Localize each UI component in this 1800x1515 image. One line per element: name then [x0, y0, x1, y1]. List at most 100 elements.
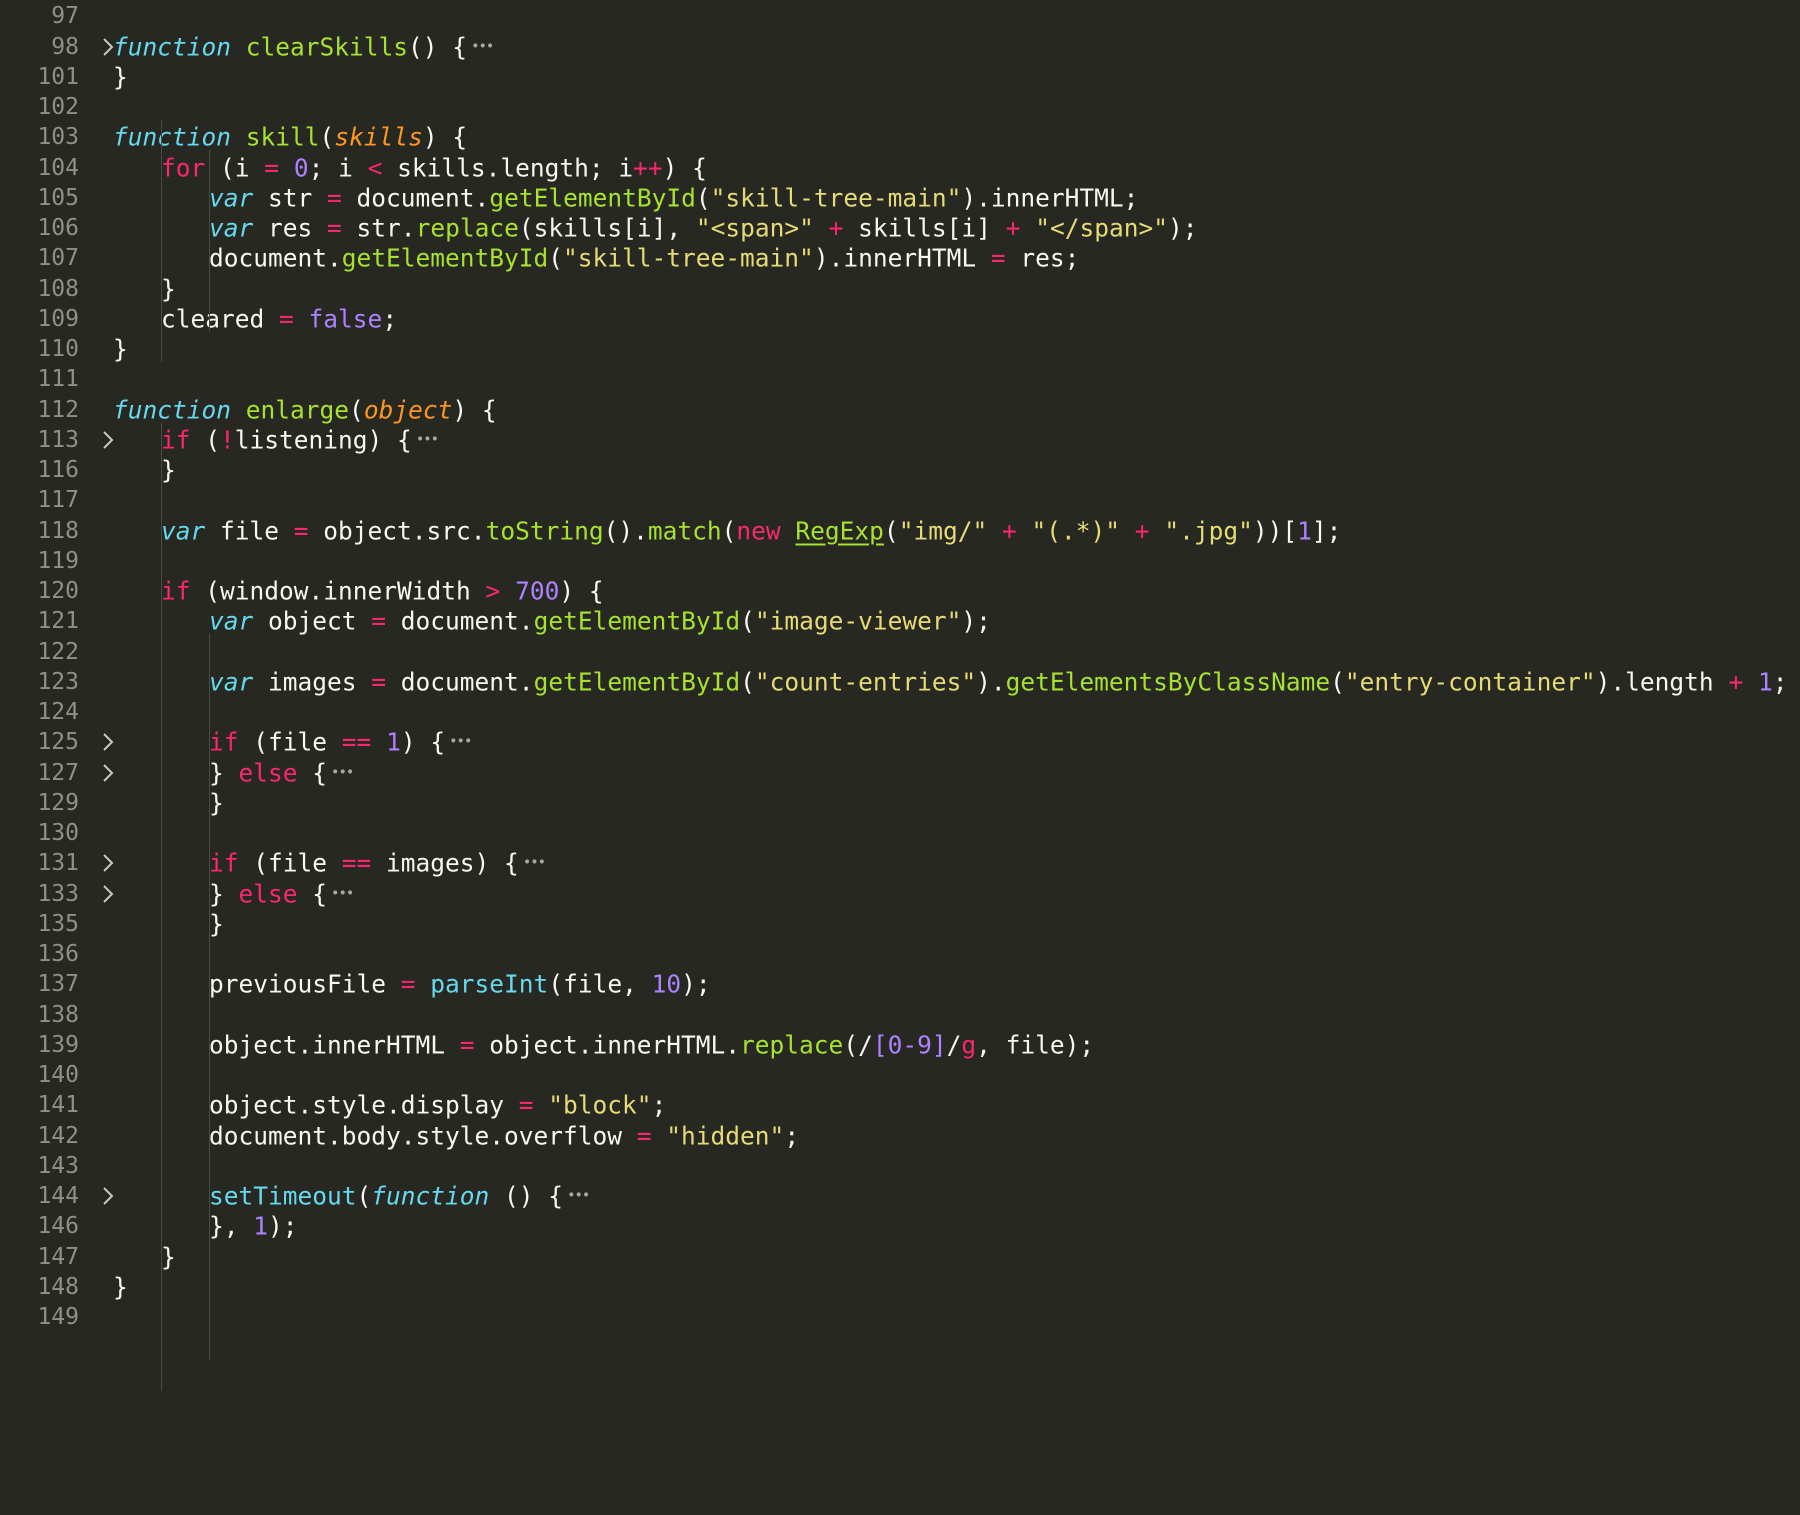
chevron-right-icon[interactable] [99, 762, 117, 784]
token-builtin-function: parseInt [430, 969, 549, 999]
line-number: 117 [37, 487, 79, 514]
token-text: ); [1167, 213, 1198, 243]
token-string: ".jpg" [1164, 516, 1253, 546]
code-editor[interactable]: 97 98 function clearSkills() {••• 101} 102 10… [0, 0, 1800, 1515]
token-keyword: if [161, 576, 191, 606]
folded-code-ellipsis-icon[interactable]: ••• [331, 764, 354, 780]
token-text: } [113, 334, 128, 364]
line-number: 130 [37, 820, 79, 847]
code-text: } [161, 274, 176, 303]
code-text: if (!listening) {••• [161, 425, 439, 455]
line-number: 98 [51, 33, 79, 60]
token-text: () { [408, 32, 468, 62]
folded-code-ellipsis-icon[interactable]: ••• [331, 885, 354, 901]
token-text: ); [268, 1211, 298, 1241]
token-text: ( [319, 122, 335, 152]
token-string: "skill-tree-main" [710, 183, 962, 213]
line-number: 119 [37, 547, 79, 574]
token-parameter: skills [334, 122, 423, 152]
code-text: object.innerHTML = object.innerHTML.repl… [209, 1030, 1094, 1059]
chevron-right-icon[interactable] [99, 429, 117, 451]
token-operator: = [518, 1090, 534, 1120]
token-builtin-function: setTimeout [209, 1181, 357, 1211]
token-string: "count-entries" [754, 667, 977, 697]
code-text: function skill(skills) { [113, 123, 467, 152]
token-text: ); [961, 606, 991, 636]
folded-code-ellipsis-icon[interactable]: ••• [567, 1188, 590, 1204]
token-operator: + [1005, 213, 1021, 243]
line-number: 149 [37, 1304, 79, 1331]
code-text: if (file == images) {••• [209, 848, 546, 878]
chevron-right-icon[interactable] [99, 883, 117, 905]
line-number: 116 [37, 457, 79, 484]
folded-code-ellipsis-icon[interactable]: ••• [523, 855, 546, 871]
token-text: res [253, 213, 328, 243]
line-number: 129 [37, 789, 79, 816]
token-text: ( [695, 183, 711, 213]
token-text: document. [209, 243, 342, 273]
token-keyword: else [238, 879, 298, 909]
line-number: 111 [37, 366, 79, 393]
folded-code-ellipsis-icon[interactable]: ••• [416, 431, 439, 447]
token-function-name: getElementById [533, 606, 741, 636]
line-number: 127 [37, 759, 79, 786]
code-text: for (i = 0; i < skills.length; i++) { [161, 153, 707, 182]
token-text: ))[ [1252, 516, 1298, 546]
token-text: ; [784, 1121, 800, 1151]
folded-code-ellipsis-icon[interactable]: ••• [471, 38, 494, 54]
code-text: } [113, 62, 128, 91]
code-text: var object = document.getElementById("im… [209, 607, 991, 636]
line-number: 106 [37, 215, 79, 242]
token-text: skills[i] [843, 213, 1006, 243]
token-text: document. [386, 667, 534, 697]
token-keyword: g [961, 1030, 977, 1060]
token-storage-keyword: function [113, 395, 232, 425]
token-string: "(.*)" [1031, 516, 1121, 546]
line-number: 148 [37, 1273, 79, 1300]
token-storage-keyword: var [209, 183, 254, 213]
chevron-right-icon[interactable] [99, 852, 117, 874]
token-text: ) { [400, 727, 446, 757]
token-keyword: for [161, 153, 206, 183]
code-text: } [161, 1242, 176, 1271]
code-text: previousFile = parseInt(file, 10); [209, 970, 711, 999]
token-parameter: object [363, 395, 453, 425]
token-text: ).length [1595, 667, 1729, 697]
line-number: 103 [37, 124, 79, 151]
line-number: 143 [37, 1152, 79, 1179]
line-number: 102 [37, 94, 79, 121]
token-text: ]; [1311, 516, 1342, 546]
line-number: 121 [37, 608, 79, 635]
line-number: 125 [37, 729, 79, 756]
token-text: document. [386, 606, 534, 636]
folded-code-ellipsis-icon[interactable]: ••• [449, 734, 472, 750]
token-text: } [209, 758, 239, 788]
code-line[interactable]: 149 [0, 1300, 1800, 1335]
chevron-right-icon[interactable] [99, 1185, 117, 1207]
token-text: }, [209, 1211, 254, 1241]
token-operator: = [371, 606, 387, 636]
token-keyword: if [161, 425, 191, 455]
line-number: 146 [37, 1213, 79, 1240]
line-number: 136 [37, 941, 79, 968]
token-operator: == [341, 848, 372, 878]
token-operator: = [990, 243, 1006, 273]
token-text: ); [681, 969, 711, 999]
token-number: 1 [1297, 516, 1312, 546]
token-operator: + [1001, 516, 1017, 546]
indent-guide [161, 120, 162, 363]
chevron-right-icon[interactable] [99, 731, 117, 753]
token-text: document. [341, 183, 490, 213]
token-text: (i [205, 153, 265, 183]
line-number: 101 [37, 63, 79, 90]
token-operator: ++ [633, 153, 663, 183]
